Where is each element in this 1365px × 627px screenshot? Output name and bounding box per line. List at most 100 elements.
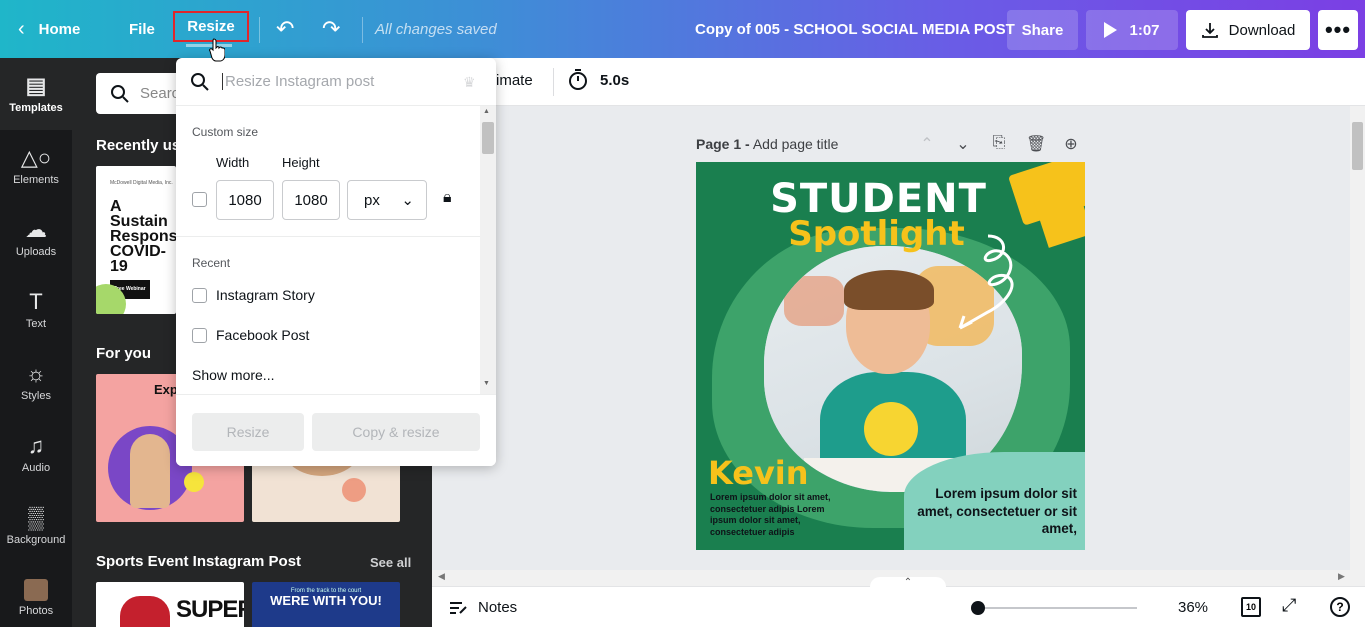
share-button[interactable]: Share [1007, 10, 1078, 50]
photo-artwork [784, 276, 844, 326]
recent-item-instagram-story[interactable]: Instagram Story [192, 287, 315, 303]
rail-label: Background [6, 534, 66, 546]
page-number: Page 1 - [696, 136, 750, 152]
divider [362, 17, 363, 43]
rail-label: Uploads [15, 246, 57, 258]
photo-hair [844, 270, 934, 310]
delete-page-icon[interactable]: 🗑︎ [1026, 134, 1046, 154]
thumb-decoration [184, 472, 204, 492]
undo-icon[interactable]: ↶ [276, 0, 294, 58]
file-menu[interactable]: File [129, 0, 155, 58]
copy-resize-button[interactable]: Copy & resize [312, 413, 480, 451]
photo-shirt-sun [864, 402, 918, 456]
height-input[interactable]: 1080 [282, 180, 340, 220]
rail-label: Templates [9, 102, 63, 114]
rail-label: Audio [21, 462, 51, 474]
rail-item-styles[interactable]: ☼ Styles [0, 346, 72, 418]
bottom-bar: ⌃ Notes 36% 10 ⤢ ? [432, 577, 1365, 627]
document-title[interactable]: Copy of 005 - SCHOOL SOCIAL MEDIA POST [695, 0, 1015, 58]
notes-label: Notes [478, 599, 518, 616]
thumb-person [130, 434, 170, 508]
body-text-right[interactable]: Lorem ipsum dolor sit amet, consectetuer… [916, 485, 1077, 538]
home-label: Home [38, 20, 81, 38]
fullscreen-icon[interactable]: ⤢ [1282, 595, 1296, 616]
checkbox[interactable] [192, 287, 207, 303]
play-duration: 1:07 [1129, 21, 1160, 39]
more-options-icon[interactable]: ••• [1318, 10, 1358, 50]
divider [259, 17, 260, 43]
scroll-right-icon[interactable]: ▶ [1338, 571, 1345, 582]
template-thumbnail[interactable]: From the track to the court WERE WITH YO… [252, 582, 400, 627]
expand-pages-icon[interactable]: ⌃ [870, 577, 946, 589]
notes-icon [450, 601, 467, 614]
search-icon [191, 72, 209, 91]
resize-button[interactable]: Resize [192, 413, 304, 451]
custom-size-checkbox[interactable] [192, 192, 207, 207]
rail-item-photos[interactable]: Photos [0, 562, 72, 627]
thumb-title: WERE WITH YOU! [270, 593, 382, 608]
thumb-small-text: McDowell Digital Media, Inc. [110, 180, 173, 186]
vertical-scroll-thumb[interactable] [1352, 122, 1363, 170]
redo-icon[interactable]: ↷ [322, 0, 340, 58]
chevron-up-icon[interactable]: ⌃ [918, 134, 936, 154]
scroll-left-icon[interactable]: ◀ [438, 571, 445, 582]
rail-item-templates[interactable]: ▤ Templates [0, 58, 72, 130]
present-button[interactable]: 1:07 [1086, 10, 1178, 50]
duration-button[interactable]: 5.0s [568, 69, 629, 91]
thumb-person [120, 596, 170, 627]
recent-item-facebook-post[interactable]: Facebook Post [192, 327, 309, 343]
save-status: All changes saved [375, 20, 497, 38]
page-title-field[interactable]: Page 1 - Add page title [696, 136, 838, 152]
chevron-down-icon: ⌄ [401, 192, 414, 209]
design-page[interactable]: STUDENT Spotlight Kevin Lorem ipsum dolo… [696, 162, 1085, 550]
template-thumbnail[interactable]: McDowell Digital Media, Inc. A Sustain R… [96, 166, 176, 314]
animate-button[interactable]: imate [496, 72, 533, 89]
rail-item-audio[interactable]: ♫ Audio [0, 418, 72, 490]
lock-icon[interactable]: 🔒︎ [443, 189, 452, 207]
divider [553, 68, 554, 96]
width-input[interactable]: 1080 [216, 180, 274, 220]
page-count-icon[interactable]: 10 [1241, 597, 1261, 617]
rail-label: Styles [21, 390, 51, 402]
crown-icon: ♛ [463, 74, 476, 90]
unit-select[interactable]: px ⌄ [347, 180, 427, 220]
notes-button[interactable]: Notes [448, 599, 517, 616]
scroll-up-icon[interactable]: ▲ [483, 108, 490, 115]
hand-cursor-icon [209, 38, 225, 62]
popup-scroll-thumb[interactable] [482, 122, 494, 154]
home-link[interactable]: ‹ Home [18, 0, 80, 58]
template-thumbnail[interactable]: SUPER [96, 582, 244, 627]
rail-item-elements[interactable]: △○ Elements [0, 130, 72, 202]
checkbox[interactable] [192, 327, 207, 343]
help-icon[interactable]: ? [1330, 597, 1350, 617]
chevron-down-icon[interactable]: ⌄ [954, 134, 972, 154]
scroll-down-icon[interactable]: ▼ [483, 380, 490, 387]
rail-item-background[interactable]: ▒ Background [0, 490, 72, 562]
zoom-level[interactable]: 36% [1178, 599, 1208, 616]
recently-used-heading: Recently us [96, 137, 181, 154]
vertical-scrollbar[interactable] [1350, 106, 1365, 586]
zoom-slider[interactable] [972, 607, 1137, 609]
show-more-link[interactable]: Show more... [192, 367, 274, 383]
see-all-link[interactable]: See all [370, 555, 411, 570]
download-button[interactable]: Download [1186, 10, 1310, 50]
width-label: Width [216, 155, 250, 170]
student-name[interactable]: Kevin [708, 454, 809, 492]
zoom-slider-handle[interactable] [971, 601, 986, 615]
rail-item-text[interactable]: T Text [0, 274, 72, 346]
body-text-left[interactable]: Lorem ipsum dolor sit amet, consectetuer… [710, 492, 842, 538]
duration-value: 5.0s [600, 71, 630, 89]
search-icon [111, 84, 129, 103]
design-title-line2[interactable]: Spotlight [696, 214, 1071, 254]
resize-popup: ♛ Custom size Width Height 1080 1080 px … [176, 58, 496, 466]
rail-label: Text [25, 318, 47, 330]
rail-item-uploads[interactable]: ☁ Uploads [0, 202, 72, 274]
sports-heading: Sports Event Instagram Post [96, 553, 302, 570]
elements-icon: △○ [20, 145, 52, 170]
add-page-icon[interactable]: ⊕ [1062, 134, 1080, 154]
duplicate-page-icon[interactable]: ⎘ [990, 134, 1008, 154]
download-icon [1201, 23, 1218, 38]
resize-search-input[interactable] [222, 73, 462, 90]
canvas-workspace: Page 1 - Add page title ⌃ ⌄ ⎘ 🗑︎ ⊕ STUDE… [432, 106, 1350, 570]
chevron-left-icon: ‹ [18, 17, 25, 40]
